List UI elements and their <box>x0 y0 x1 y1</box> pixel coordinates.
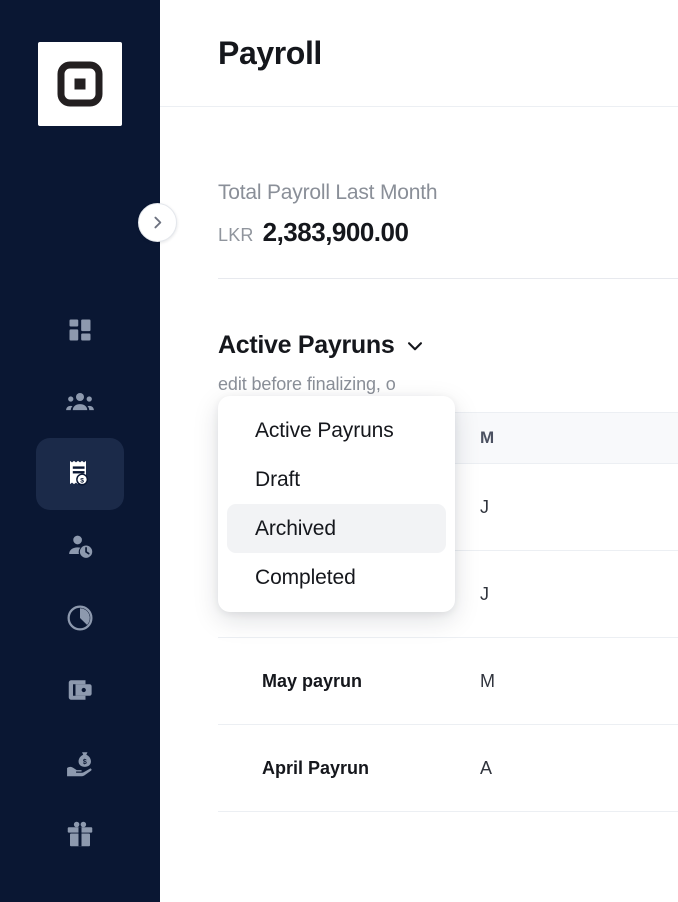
dropdown-item-label: Completed <box>255 565 356 589</box>
dropdown-item-label: Archived <box>255 516 336 540</box>
person-clock-icon <box>68 535 92 558</box>
square-logo-icon <box>57 61 103 107</box>
summary-amount-row: LKR 2,383,900.00 <box>218 217 678 248</box>
sidebar-item-wallet[interactable] <box>36 654 124 726</box>
sidebar-expand-toggle[interactable] <box>138 203 177 242</box>
chevron-right-icon <box>154 216 162 229</box>
svg-text:$: $ <box>82 758 86 765</box>
summary-currency: LKR <box>218 225 254 245</box>
app-logo[interactable] <box>38 42 122 126</box>
dropdown-item-label: Active Payruns <box>255 418 394 442</box>
dropdown-item-draft[interactable]: Draft <box>227 455 446 504</box>
column-header-month: M <box>480 428 495 447</box>
receipt-dollar-icon: $ <box>70 460 89 486</box>
dashboard-grid-icon <box>69 319 91 341</box>
payrun-month: J <box>480 496 489 517</box>
payrun-month: J <box>480 583 489 604</box>
dropdown-item-active-payruns[interactable]: Active Payruns <box>227 406 446 455</box>
payruns-filter-dropdown: Active Payruns Draft Archived Completed <box>218 396 455 612</box>
page-header: Payroll <box>160 0 678 107</box>
gift-box-icon <box>67 821 93 847</box>
sidebar-item-loans[interactable]: $ <box>36 726 124 798</box>
sidebar: $ $ <box>0 0 160 902</box>
table-row[interactable]: May payrun M <box>218 638 678 725</box>
sidebar-item-payroll[interactable]: $ <box>36 438 124 510</box>
sidebar-item-attendance[interactable] <box>36 510 124 582</box>
sidebar-item-reports[interactable] <box>36 582 124 654</box>
people-group-icon <box>66 393 94 411</box>
page-title: Payroll <box>218 34 322 71</box>
dropdown-item-archived[interactable]: Archived <box>227 504 446 553</box>
pie-chart-icon <box>67 605 93 631</box>
payruns-section: Active Payruns edit before finalizing, o <box>160 331 678 395</box>
payruns-filter-trigger[interactable]: Active Payruns <box>218 331 426 360</box>
summary-label: Total Payroll Last Month <box>218 181 438 204</box>
summary-amount: 2,383,900.00 <box>262 217 409 247</box>
payroll-app-window: $ $ Payroll Total Payroll Last Month LKR… <box>0 0 678 902</box>
payrun-month: M <box>480 670 495 691</box>
dropdown-item-label: Draft <box>255 467 301 491</box>
summary-divider <box>218 278 678 279</box>
sidebar-nav: $ $ <box>36 294 124 870</box>
sidebar-item-people[interactable] <box>36 366 124 438</box>
dropdown-item-completed[interactable]: Completed <box>227 553 446 602</box>
payroll-summary-card: Total Payroll Last Month LKR 2,383,900.0… <box>160 107 678 248</box>
payrun-month: A <box>480 757 493 778</box>
payrun-name: May payrun <box>262 670 363 691</box>
sidebar-item-benefits[interactable] <box>36 798 124 870</box>
section-subtitle: edit before finalizing, o <box>218 374 396 394</box>
section-title: Active Payruns <box>218 331 395 359</box>
svg-text:$: $ <box>80 477 84 484</box>
wallet-icon <box>68 680 92 700</box>
payrun-name: April Payrun <box>262 757 370 778</box>
hand-money-bag-icon: $ <box>66 751 92 776</box>
sidebar-item-dashboard[interactable] <box>36 294 124 366</box>
chevron-down-icon <box>408 341 423 350</box>
table-row[interactable]: April Payrun A <box>218 725 678 812</box>
